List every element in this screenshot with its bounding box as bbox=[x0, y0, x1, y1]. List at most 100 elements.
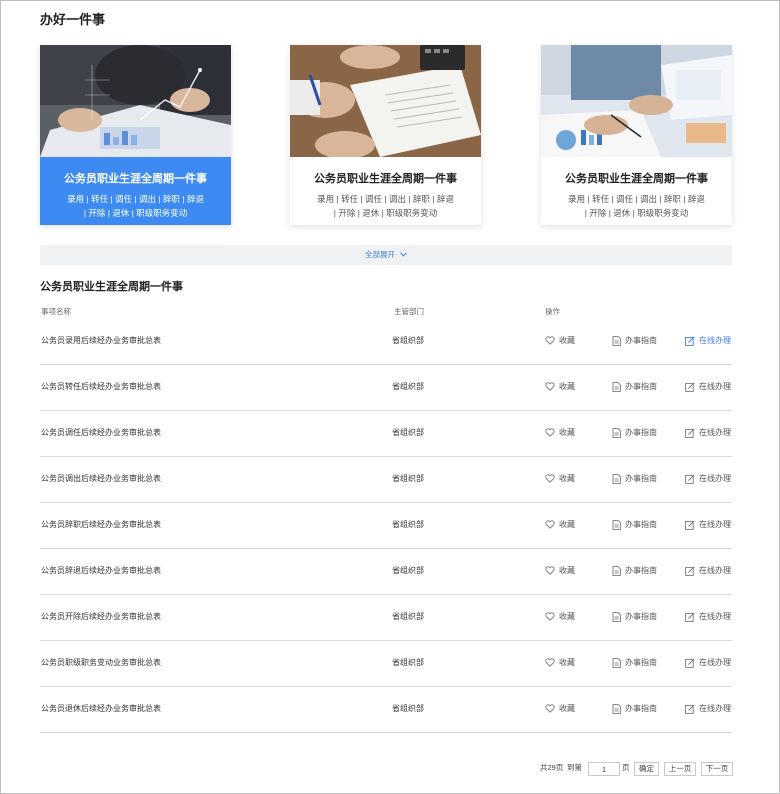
card-body: 公务员职业生涯全周期一件事 录用 | 转任 | 调任 | 调出 | 辞职 | 辞… bbox=[541, 157, 732, 225]
favorite-label: 收藏 bbox=[559, 520, 575, 529]
guide-label: 办事指南 bbox=[625, 704, 657, 713]
table-row: 公务员录用后续经办业务审批总表 省组织部 收藏 办事指南 在线办理 bbox=[40, 319, 732, 365]
table-row: 公务员转任后续经办业务审批总表 省组织部 收藏 办事指南 在线办理 bbox=[40, 365, 732, 411]
online-label: 在线办理 bbox=[699, 566, 731, 575]
card-tags-line-2: | 开除 | 退休 | 职级职务变动 bbox=[333, 208, 438, 218]
document-icon bbox=[612, 658, 625, 668]
online-apply-button[interactable]: 在线办理 bbox=[685, 549, 731, 593]
heart-icon bbox=[545, 336, 559, 346]
edit-icon bbox=[685, 428, 699, 438]
expand-all-button[interactable]: 全部展开 bbox=[40, 245, 732, 265]
card-photo bbox=[541, 45, 732, 157]
item-name[interactable]: 公务员调出后续经办业务审批总表 bbox=[41, 457, 161, 501]
page-total: 共29页 bbox=[540, 763, 564, 772]
favorite-label: 收藏 bbox=[559, 658, 575, 667]
favorite-button[interactable]: 收藏 bbox=[545, 411, 575, 455]
page-number-input[interactable] bbox=[588, 762, 620, 776]
favorite-button[interactable]: 收藏 bbox=[545, 365, 575, 409]
online-apply-button[interactable]: 在线办理 bbox=[685, 595, 731, 639]
guide-button[interactable]: 办事指南 bbox=[612, 641, 657, 685]
item-name[interactable]: 公务员辞职后续经办业务审批总表 bbox=[41, 503, 161, 547]
favorite-button[interactable]: 收藏 bbox=[545, 549, 575, 593]
card-title: 公务员职业生涯全周期一件事 bbox=[565, 173, 708, 185]
page-title: 办好一件事 bbox=[40, 12, 106, 27]
edit-icon bbox=[685, 336, 699, 346]
document-icon bbox=[612, 428, 625, 438]
header-dept: 主管部门 bbox=[394, 307, 424, 316]
guide-button[interactable]: 办事指南 bbox=[612, 595, 657, 639]
item-dept: 省组织部 bbox=[392, 428, 424, 437]
edit-icon bbox=[685, 520, 699, 530]
guide-button[interactable]: 办事指南 bbox=[612, 549, 657, 593]
card-body: 公务员职业生涯全周期一件事 录用 | 转任 | 调任 | 调出 | 辞职 | 辞… bbox=[40, 157, 231, 225]
goto-label: 到第 bbox=[567, 763, 582, 772]
guide-label: 办事指南 bbox=[625, 612, 657, 621]
online-apply-button[interactable]: 在线办理 bbox=[685, 503, 731, 547]
guide-label: 办事指南 bbox=[625, 382, 657, 391]
card-tags-line-1: 录用 | 转任 | 调任 | 调出 | 辞职 | 辞退 bbox=[317, 194, 454, 204]
item-name[interactable]: 公务员辞退后续经办业务审批总表 bbox=[41, 549, 161, 593]
favorite-label: 收藏 bbox=[559, 566, 575, 575]
card-tags: 录用 | 转任 | 调任 | 调出 | 辞职 | 辞退 | 开除 | 退休 | … bbox=[541, 192, 732, 220]
online-apply-button[interactable]: 在线办理 bbox=[685, 641, 731, 685]
favorite-label: 收藏 bbox=[559, 612, 575, 621]
edit-icon bbox=[685, 658, 699, 668]
online-apply-button[interactable]: 在线办理 bbox=[685, 319, 731, 363]
item-dept: 省组织部 bbox=[392, 704, 424, 713]
guide-button[interactable]: 办事指南 bbox=[612, 503, 657, 547]
favorite-button[interactable]: 收藏 bbox=[545, 687, 575, 731]
guide-button[interactable]: 办事指南 bbox=[612, 411, 657, 455]
prev-page-button[interactable]: 上一页 bbox=[664, 762, 696, 776]
card-tags-line-1: 录用 | 转任 | 调任 | 调出 | 辞职 | 辞退 bbox=[67, 194, 204, 204]
table-row: 公务员退休后续经办业务审批总表 省组织部 收藏 办事指南 在线办理 bbox=[40, 687, 732, 733]
heart-icon bbox=[545, 474, 559, 484]
item-name[interactable]: 公务员退休后续经办业务审批总表 bbox=[41, 687, 161, 731]
item-name[interactable]: 公务员调任后续经办业务审批总表 bbox=[41, 411, 161, 455]
table-row: 公务员辞退后续经办业务审批总表 省组织部 收藏 办事指南 在线办理 bbox=[40, 549, 732, 595]
favorite-button[interactable]: 收藏 bbox=[545, 503, 575, 547]
heart-icon bbox=[545, 658, 559, 668]
next-page-button[interactable]: 下一页 bbox=[701, 762, 733, 776]
guide-button[interactable]: 办事指南 bbox=[612, 687, 657, 731]
edit-icon bbox=[685, 382, 699, 392]
online-apply-button[interactable]: 在线办理 bbox=[685, 457, 731, 501]
item-name[interactable]: 公务员开除后续经办业务审批总表 bbox=[41, 595, 161, 639]
heart-icon bbox=[545, 704, 559, 714]
item-name[interactable]: 公务员转任后续经办业务审批总表 bbox=[41, 365, 161, 409]
card-photo bbox=[40, 45, 231, 157]
confirm-button[interactable]: 确定 bbox=[634, 762, 659, 776]
online-label: 在线办理 bbox=[699, 428, 731, 437]
item-name[interactable]: 公务员录用后续经办业务审批总表 bbox=[41, 319, 161, 363]
guide-button[interactable]: 办事指南 bbox=[612, 365, 657, 409]
theme-card-2[interactable]: 公务员职业生涯全周期一件事 录用 | 转任 | 调任 | 调出 | 辞职 | 辞… bbox=[290, 45, 481, 225]
guide-button[interactable]: 办事指南 bbox=[612, 319, 657, 363]
online-label: 在线办理 bbox=[699, 520, 731, 529]
document-icon bbox=[612, 704, 625, 714]
card-tags: 录用 | 转任 | 调任 | 调出 | 辞职 | 辞退 | 开除 | 退休 | … bbox=[290, 192, 481, 220]
online-apply-button[interactable]: 在线办理 bbox=[685, 365, 731, 409]
guide-button[interactable]: 办事指南 bbox=[612, 457, 657, 501]
chevron-down-icon bbox=[400, 245, 407, 265]
favorite-button[interactable]: 收藏 bbox=[545, 641, 575, 685]
document-icon bbox=[612, 474, 625, 484]
online-label: 在线办理 bbox=[699, 382, 731, 391]
table-row: 公务员辞职后续经办业务审批总表 省组织部 收藏 办事指南 在线办理 bbox=[40, 503, 732, 549]
section-title: 公务员职业生涯全周期一件事 bbox=[40, 281, 183, 293]
favorite-button[interactable]: 收藏 bbox=[545, 457, 575, 501]
favorite-button[interactable]: 收藏 bbox=[545, 319, 575, 363]
header-name: 事项名称 bbox=[41, 307, 71, 316]
online-label: 在线办理 bbox=[699, 474, 731, 483]
card-tags-line-2: | 开除 | 退休 | 职级职务变动 bbox=[83, 208, 188, 218]
heart-icon bbox=[545, 428, 559, 438]
item-name[interactable]: 公务员职级职务变动业务审批总表 bbox=[41, 641, 161, 685]
table-row: 公务员开除后续经办业务审批总表 省组织部 收藏 办事指南 在线办理 bbox=[40, 595, 732, 641]
online-label: 在线办理 bbox=[699, 658, 731, 667]
theme-card-1[interactable]: 公务员职业生涯全周期一件事 录用 | 转任 | 调任 | 调出 | 辞职 | 辞… bbox=[40, 45, 231, 225]
online-apply-button[interactable]: 在线办理 bbox=[685, 687, 731, 731]
favorite-label: 收藏 bbox=[559, 382, 575, 391]
favorite-button[interactable]: 收藏 bbox=[545, 595, 575, 639]
heart-icon bbox=[545, 520, 559, 530]
favorite-label: 收藏 bbox=[559, 336, 575, 345]
theme-card-3[interactable]: 公务员职业生涯全周期一件事 录用 | 转任 | 调任 | 调出 | 辞职 | 辞… bbox=[541, 45, 732, 225]
online-apply-button[interactable]: 在线办理 bbox=[685, 411, 731, 455]
